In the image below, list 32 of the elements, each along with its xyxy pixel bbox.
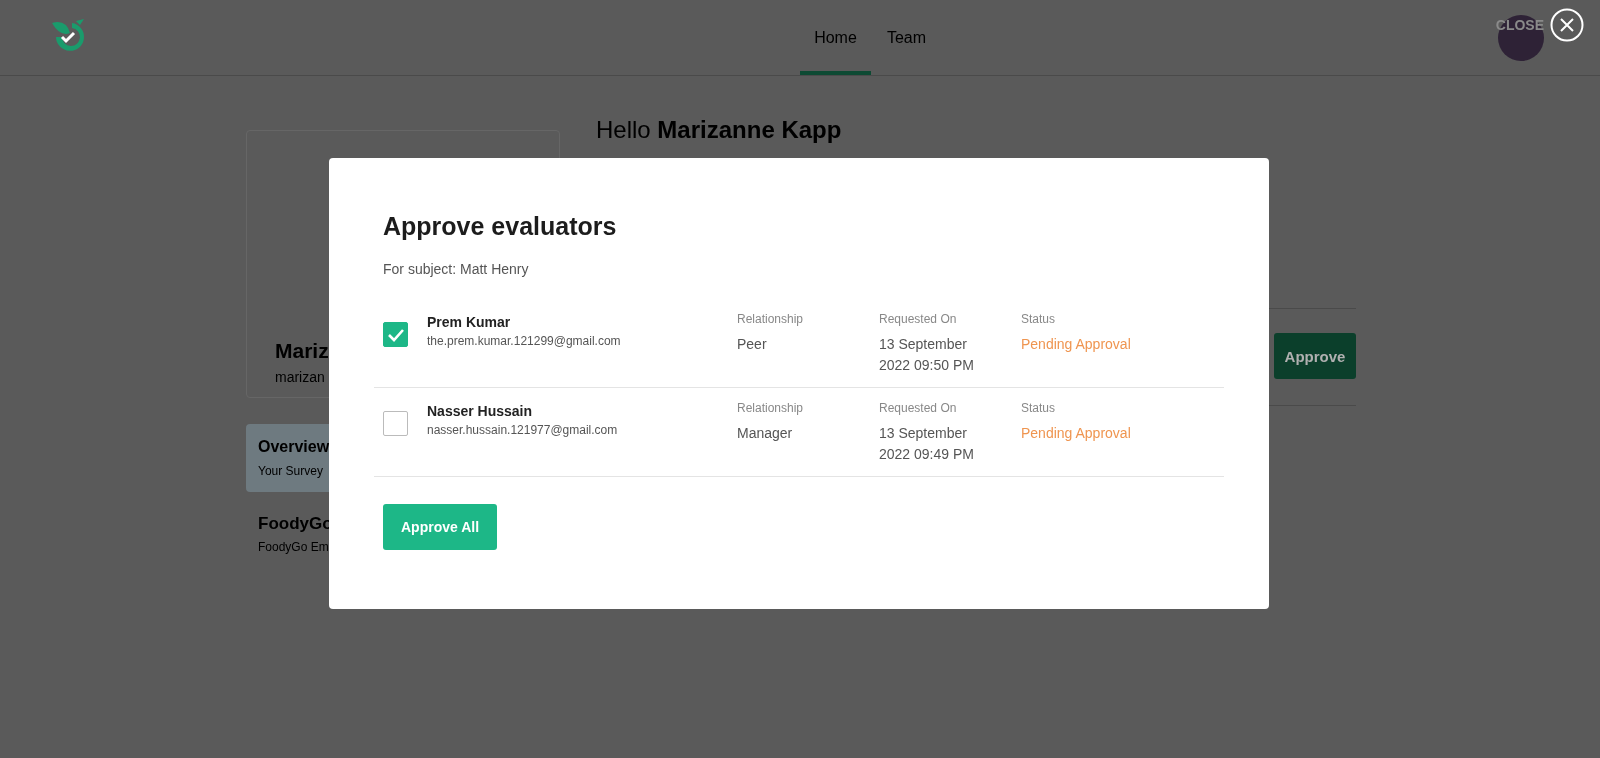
column-label: Requested On: [879, 312, 958, 326]
evaluator-name: Prem Kumar: [427, 314, 512, 330]
checkbox[interactable]: [383, 411, 408, 436]
dialog-title: Approve evaluators: [382, 212, 618, 241]
column-label: Status: [1021, 401, 1057, 415]
column-label: Status: [1021, 312, 1057, 326]
nav-tab[interactable]: Team: [871, 0, 942, 75]
close-button[interactable]: CLOSE: [1495, 8, 1584, 42]
status-text: Pending Approval: [1021, 335, 1132, 354]
dialog-subtitle: For subject: Matt Henry: [382, 261, 530, 277]
profile-name: Mariz: [275, 339, 329, 363]
profile-email: marizan: [275, 369, 325, 385]
column-label: Requested On: [879, 401, 958, 415]
close-icon: [1550, 8, 1584, 42]
check-icon: [386, 327, 405, 342]
evaluator-email: nasser.hussain.121977@gmail.com: [427, 423, 619, 437]
user-avatar[interactable]: [1498, 14, 1544, 61]
column-label: Relationship: [737, 312, 805, 326]
greeting-heading: Hello Marizanne Kapp: [596, 116, 843, 144]
request-date: 13 September 2022 09:50 PM: [879, 335, 975, 375]
evaluator-email: the.prem.kumar.121299@gmail.com: [427, 334, 622, 348]
evaluator-name: Nasser Hussain: [427, 403, 534, 419]
relationship-value: Manager: [737, 424, 794, 443]
column-label: Relationship: [737, 401, 805, 415]
nav-tab[interactable]: Home: [800, 0, 871, 75]
relationship-value: Peer: [737, 335, 768, 354]
survey-subtitle: FoodyGo Em: [258, 540, 329, 554]
request-date: 13 September 2022 09:49 PM: [879, 424, 975, 464]
status-text: Pending Approval: [1021, 424, 1132, 443]
approve-button[interactable]: Approve: [1274, 333, 1356, 379]
checkbox[interactable]: [383, 322, 408, 347]
approve-all-button[interactable]: Approve All: [383, 504, 497, 550]
